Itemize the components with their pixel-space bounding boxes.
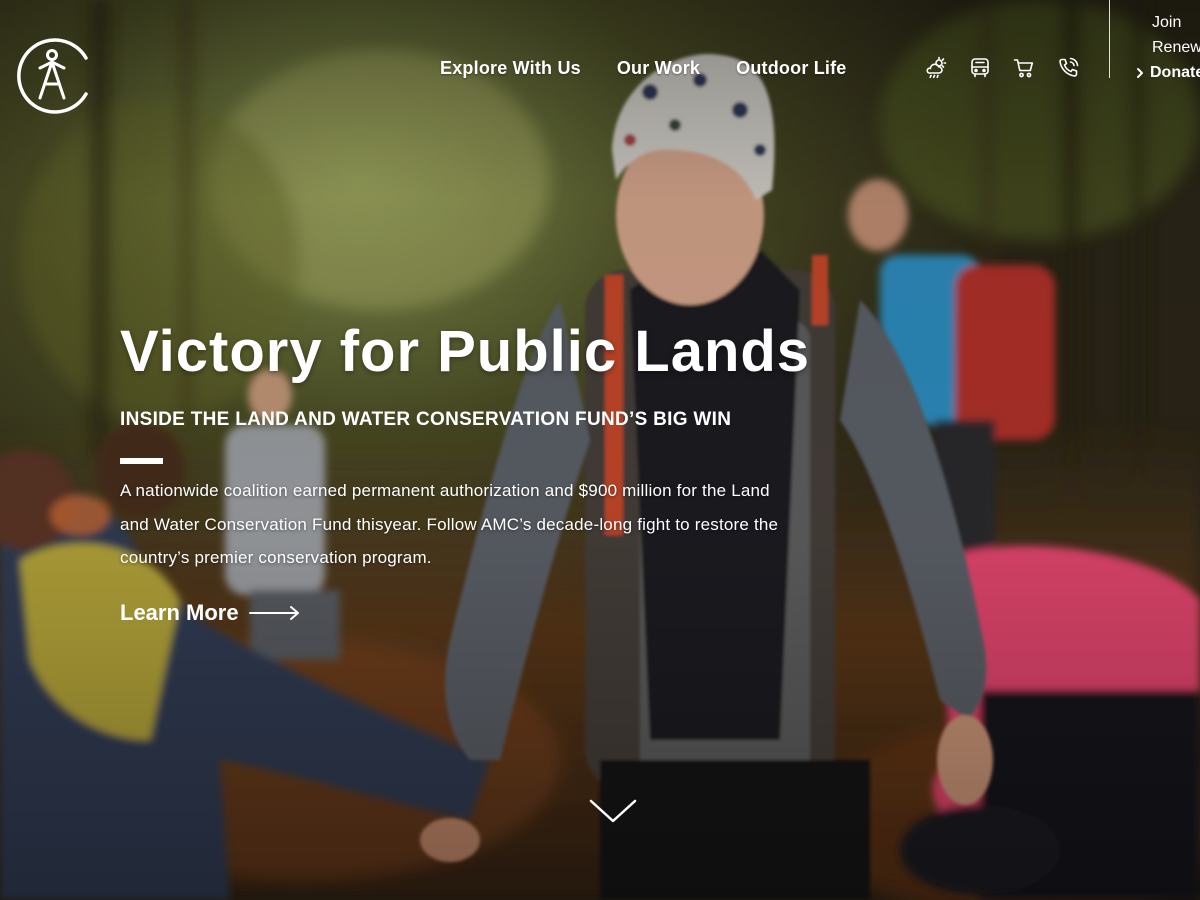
hero-subtitle: INSIDE THE LAND AND WATER CONSERVATION F…	[120, 409, 732, 430]
main-nav: Explore With Us Our Work Outdoor Life	[440, 58, 847, 79]
hero-section: Explore With Us Our Work Outdoor Life Jo…	[0, 0, 1200, 900]
hero-description-line: and Water Conservation Fund thisyear. Fo…	[120, 514, 779, 534]
nav-our-work[interactable]: Our Work	[617, 58, 700, 79]
phone-icon[interactable]	[1056, 56, 1080, 80]
title-accent-bar	[120, 458, 163, 464]
hero-overlay	[0, 0, 1200, 900]
hero-description: A nationwide coalition earned permanent …	[120, 474, 880, 575]
hero-description-line: A nationwide coalition earned permanent …	[120, 481, 770, 500]
learn-more-label: Learn More	[120, 600, 239, 625]
renew-link[interactable]: Renew	[1152, 35, 1200, 60]
chevron-right-icon	[1137, 67, 1143, 78]
arrow-right-icon	[248, 606, 299, 620]
membership-links: Join Renew Donate	[1136, 10, 1200, 85]
hero-description-line: country’s premier conservation program.	[120, 548, 432, 567]
cart-icon[interactable]	[1012, 56, 1036, 80]
bus-icon[interactable]	[968, 56, 992, 80]
amc-logo-icon[interactable]	[14, 36, 92, 116]
learn-more-button[interactable]: Learn More	[120, 600, 301, 626]
donate-link[interactable]: Donate	[1150, 60, 1200, 85]
nav-explore-with-us[interactable]: Explore With Us	[440, 58, 581, 79]
utility-icons	[924, 56, 1080, 80]
weather-icon[interactable]	[924, 56, 948, 80]
chevron-down-icon[interactable]	[588, 796, 638, 826]
join-link[interactable]: Join	[1152, 10, 1181, 35]
hero-title: Victory for Public Lands	[120, 319, 811, 384]
nav-outdoor-life[interactable]: Outdoor Life	[736, 58, 846, 79]
header-divider	[1109, 0, 1110, 78]
